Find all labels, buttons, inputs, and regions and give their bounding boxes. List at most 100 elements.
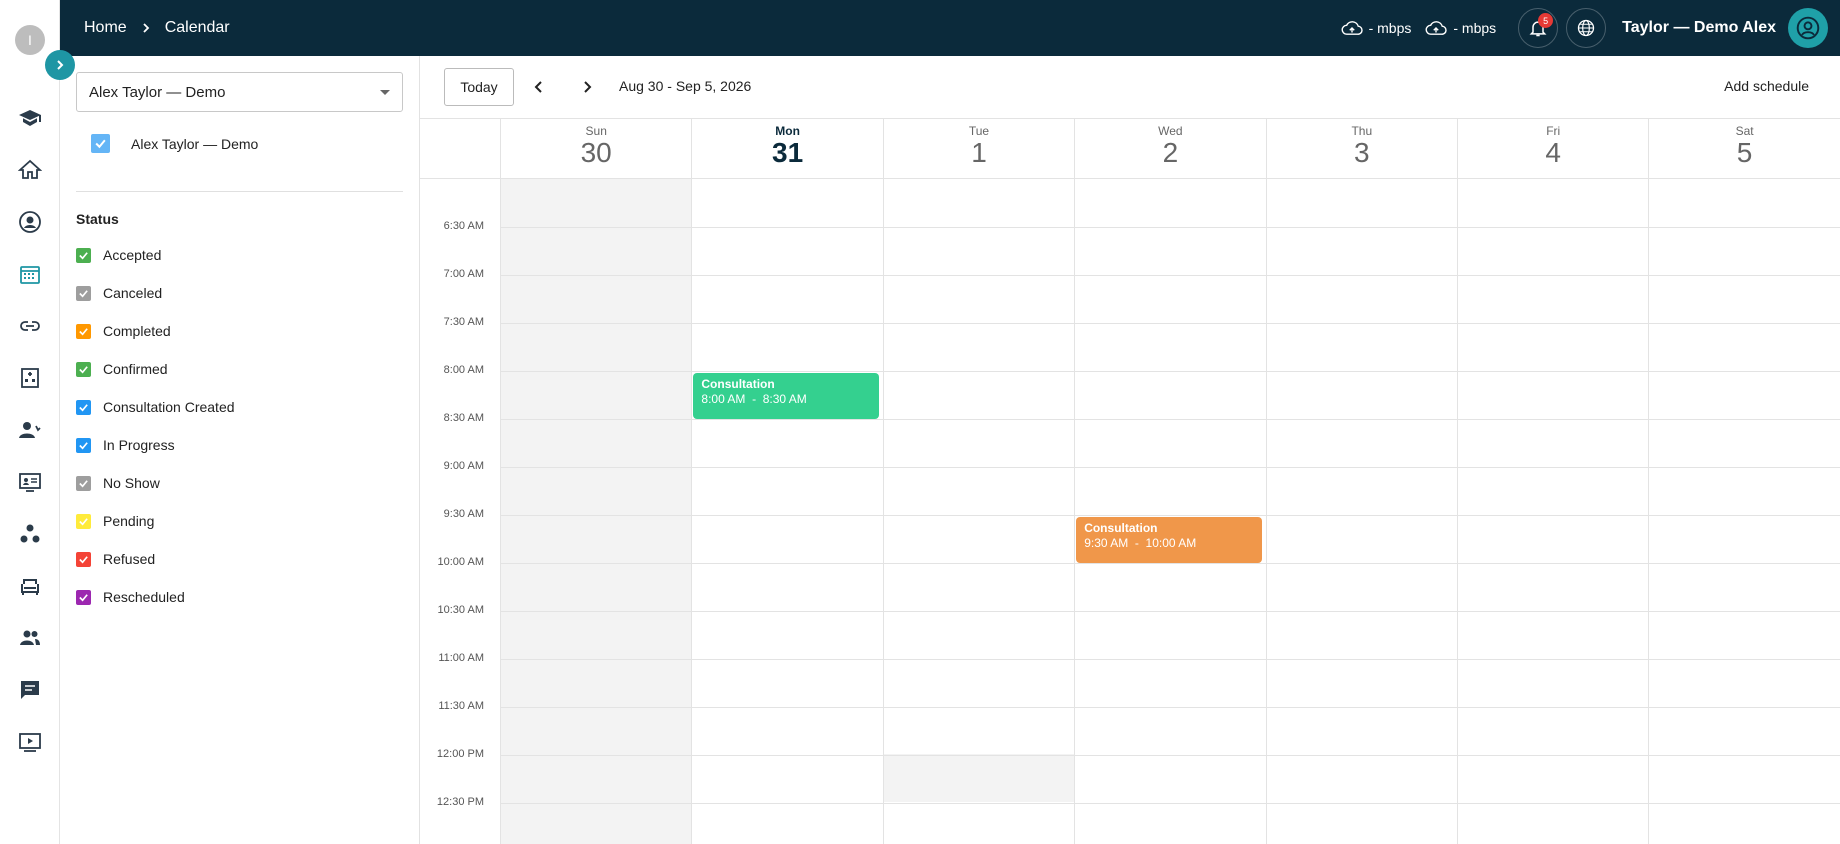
day-header-row: Sun 30 Mon 31 Tue 1 Wed 2 Thu 3 Fri 4 Sat 5 [420,118,1840,179]
time-label: 11:00 AM [438,652,484,664]
checkbox-checked-icon[interactable] [76,475,91,491]
time-label: 12:30 PM [436,796,484,808]
breadcrumb-home-link[interactable]: Home [84,19,127,37]
app-logo[interactable]: I [15,25,45,55]
unavailable-slot [501,179,692,844]
time-label: 9:00 AM [443,460,484,472]
status-filter-canceled[interactable]: Canceled [76,274,235,312]
event-title: Consultation [701,377,775,391]
date-range: Aug 30 - Sep 5, 2026 [619,78,752,94]
next-week-button[interactable] [576,76,598,98]
caret-down-icon [380,90,390,95]
grid-row-divider [500,515,1840,516]
status-filter-refused[interactable]: Refused [76,540,235,578]
day-header-thu[interactable]: Thu 3 [1265,119,1457,179]
patients-nav-item[interactable] [18,418,42,442]
home-nav-item[interactable] [18,158,42,182]
event-title: Consultation [1084,521,1158,535]
time-grid[interactable]: 6:30 AM 7:00 AM 7:30 AM 8:00 AM 8:30 AM 9:00 … [420,179,1840,844]
grid-column-divider [1074,179,1076,844]
language-button[interactable] [1566,8,1607,48]
status-filter-label: Rescheduled [103,589,185,605]
status-filter-rescheduled[interactable]: Rescheduled [76,578,235,616]
grid-column-divider [500,179,501,844]
status-filter-label: Accepted [103,247,162,263]
day-header-sun[interactable]: Sun 30 [500,119,691,179]
checkbox-checked-icon[interactable] [91,134,110,153]
checkbox-checked-icon[interactable] [76,513,91,529]
time-label: 6:30 AM [443,220,484,232]
videos-nav-item[interactable] [18,730,42,754]
time-label: 10:30 AM [437,604,484,616]
links-nav-item[interactable] [18,314,42,338]
provider-nav-item[interactable] [18,210,42,234]
checkbox-checked-icon[interactable] [76,247,91,263]
upload-speed-value: - mbps [1368,20,1412,36]
checkbox-checked-icon[interactable] [76,437,91,453]
calendar-nav-item[interactable] [18,262,42,286]
provider-icon [19,211,41,233]
users-nav-item[interactable] [18,626,42,650]
notification-badge: 5 [1538,13,1554,28]
checkbox-checked-icon[interactable] [76,551,91,567]
checkbox-checked-icon[interactable] [76,285,91,301]
sidebar-rail: I [0,0,75,844]
status-filter-in-progress[interactable]: In Progress [76,426,235,464]
day-name: Mon [775,124,800,138]
time-label: 10:00 AM [437,556,484,568]
calendar-checkbox-row[interactable]: Alex Taylor — Demo [91,134,258,153]
checkbox-checked-icon[interactable] [76,399,91,415]
day-header-fri[interactable]: Fri 4 [1457,119,1648,179]
status-filter-consultation-created[interactable]: Consultation Created [76,388,235,426]
time-label: 8:00 AM [443,364,484,376]
add-schedule-button[interactable]: Add schedule [1724,78,1809,94]
cloud-upload-icon [1425,21,1448,35]
messages-nav-item[interactable] [18,678,42,702]
status-filter-completed[interactable]: Completed [76,312,235,350]
groups-nav-item[interactable] [18,522,42,546]
status-filter-accepted[interactable]: Accepted [76,236,235,274]
day-header-sat[interactable]: Sat 5 [1648,119,1839,179]
user-avatar-button[interactable] [1788,8,1828,48]
today-button[interactable]: Today [444,68,514,106]
grid-row-divider [500,371,1840,372]
status-filter-pending[interactable]: Pending [76,502,235,540]
previous-week-button[interactable] [528,76,550,98]
grid-column-divider [1457,179,1458,844]
status-filter-label: Refused [103,551,156,567]
day-header-wed[interactable]: Wed 2 [1074,119,1265,179]
status-filter-label: Canceled [103,285,163,301]
calendar-event[interactable]: Consultation 8:00 AM - 8:30 AM [693,373,879,419]
filter-panel: Alex Taylor — Demo Alex Taylor — Demo St… [60,56,420,844]
telehealth-nav-item[interactable] [18,470,42,494]
education-nav-item[interactable] [18,106,42,130]
grid-column-divider [691,179,693,844]
calendar-select[interactable]: Alex Taylor — Demo [76,72,403,112]
notifications-button[interactable]: 5 [1518,8,1559,48]
top-bar: Home Calendar - mbps - mbps 5 Taylor — D… [60,0,1840,56]
checkbox-checked-icon[interactable] [76,361,91,377]
status-filter-confirmed[interactable]: Confirmed [76,350,235,388]
waiting-room-nav-item[interactable] [18,574,42,598]
grid-row-divider [500,803,1840,804]
checkbox-checked-icon[interactable] [76,589,91,605]
day-header-tue[interactable]: Tue 1 [882,119,1074,179]
status-filter-no-show[interactable]: No Show [76,464,235,502]
time-label: 7:00 AM [443,268,484,280]
expand-sidebar-button[interactable] [45,50,75,80]
grid-row-divider [500,227,1840,228]
day-name: Fri [1546,124,1561,138]
clinic-nav-item[interactable] [18,366,42,390]
checkbox-checked-icon[interactable] [76,323,91,339]
calendar-event[interactable]: Consultation 9:30 AM - 10:00 AM [1076,517,1262,563]
day-header-mon[interactable]: Mon 31 [691,119,882,179]
time-label: 12:00 PM [436,748,484,760]
status-filter-label: Confirmed [103,361,168,377]
chevron-right-icon [141,22,151,34]
breadcrumb-current: Calendar [164,19,230,36]
user-name[interactable]: Taylor — Demo Alex [1622,19,1776,37]
waiting-room-icon [21,579,39,595]
grid-column-divider [882,179,884,844]
status-heading: Status [76,211,119,227]
grid-column-divider [1648,179,1650,844]
